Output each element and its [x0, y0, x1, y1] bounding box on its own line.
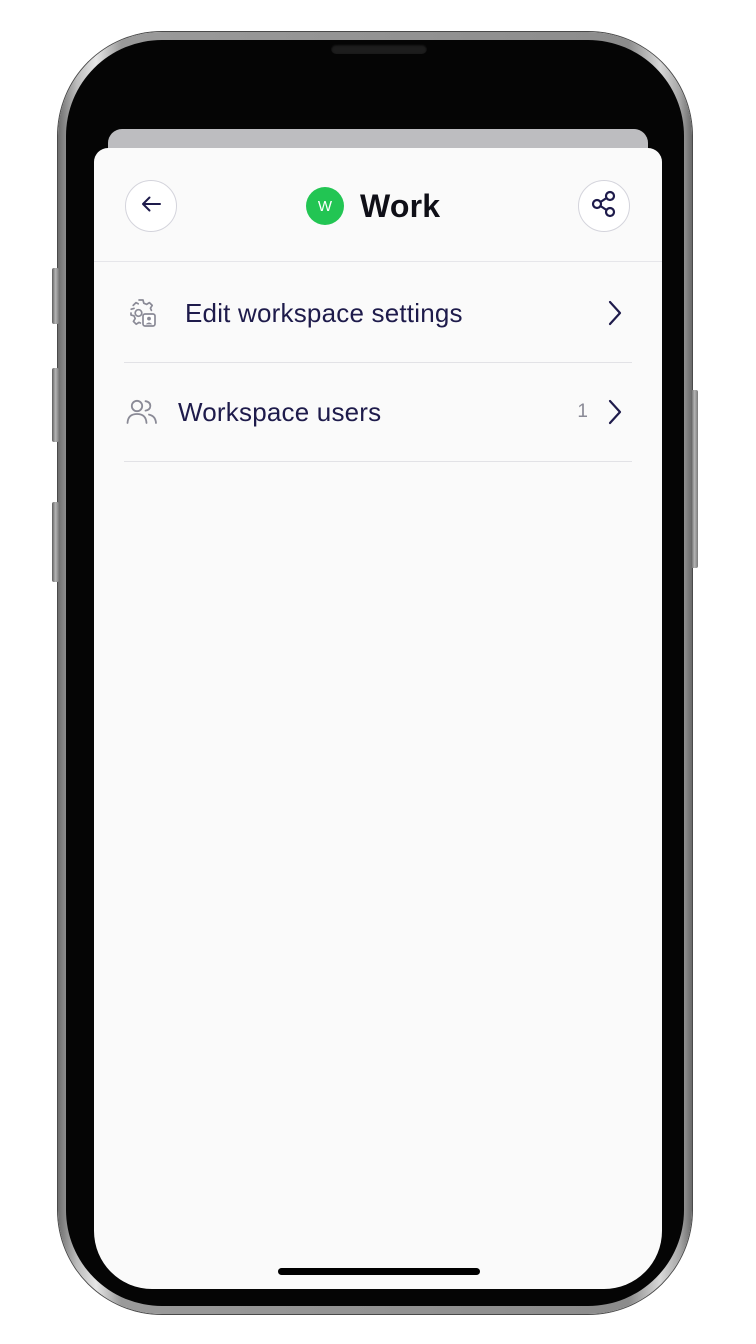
menu-item-workspace-users[interactable]: Workspace users 1 — [124, 363, 632, 462]
menu-item-label: Edit workspace settings — [185, 297, 463, 328]
menu-item-edit-workspace-settings[interactable]: Edit workspace settings — [124, 264, 632, 363]
workspace-avatar: W — [306, 187, 344, 225]
app-screen: W Work Edit workspace settings Workspace… — [94, 148, 662, 1289]
share-icon — [589, 189, 619, 224]
home-indicator[interactable] — [278, 1268, 480, 1275]
workspace-title-group: W Work — [306, 184, 440, 228]
gear-settings-icon — [124, 295, 160, 331]
device-mockup: W Work Edit workspace settings Workspace… — [0, 0, 756, 1344]
back-button[interactable] — [125, 180, 177, 232]
share-button[interactable] — [578, 180, 630, 232]
arrow-left-icon — [138, 191, 164, 222]
menu-item-label: Workspace users — [178, 396, 382, 427]
speaker-grille — [331, 44, 427, 54]
user-count-badge: 1 — [577, 401, 588, 422]
users-icon — [124, 394, 160, 430]
workspace-header: W Work — [94, 148, 662, 262]
silent-switch — [52, 268, 59, 324]
volume-down-button — [52, 502, 59, 582]
page-title: Work — [360, 187, 441, 224]
chevron-right-icon — [604, 298, 626, 328]
chevron-right-icon — [604, 397, 626, 427]
power-button — [691, 390, 698, 568]
volume-up-button — [52, 368, 59, 442]
